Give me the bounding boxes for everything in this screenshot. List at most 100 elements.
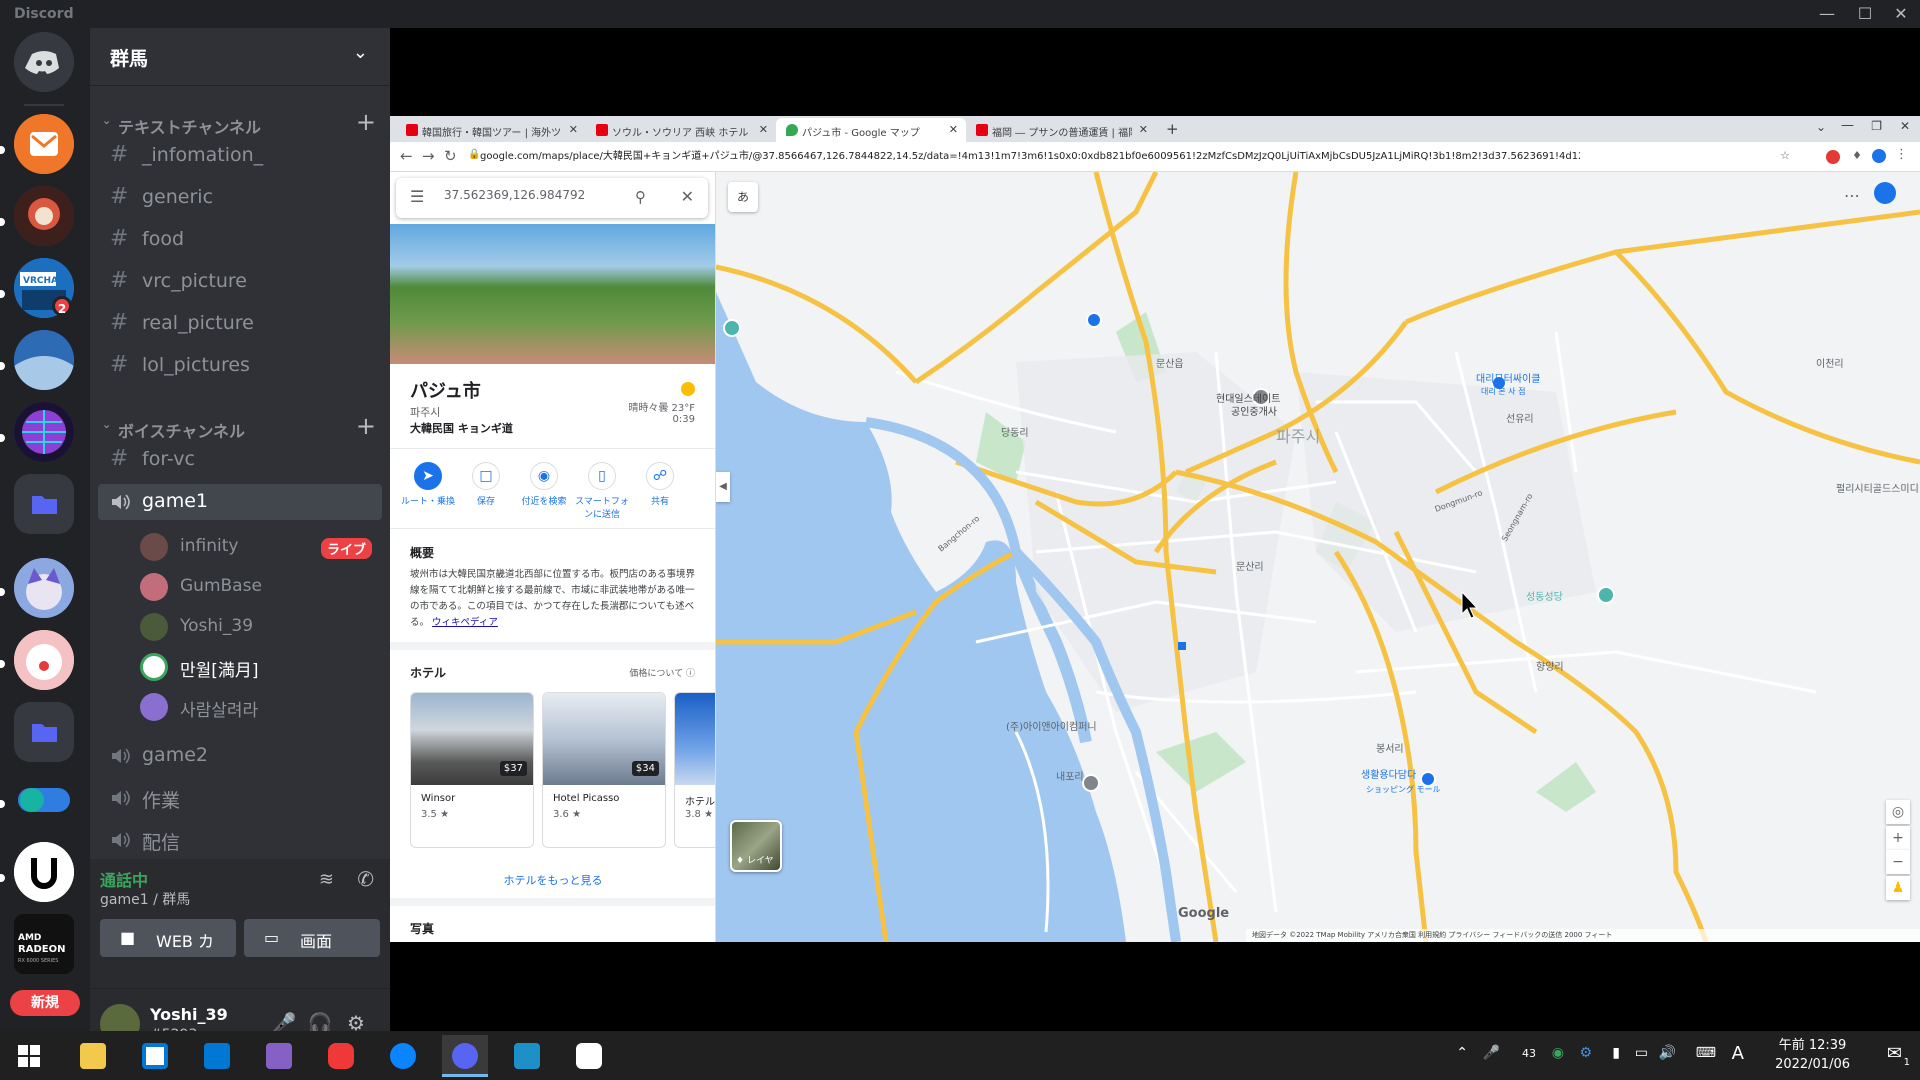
voice-user[interactable]: GumBase: [140, 568, 380, 604]
start-button[interactable]: [6, 1035, 52, 1077]
place-hero-photo[interactable]: [390, 224, 715, 364]
volume-icon[interactable]: 🔊: [1659, 1045, 1676, 1061]
channel-real-picture[interactable]: # real_picture: [98, 306, 382, 342]
minimize-button[interactable]: —: [1812, 4, 1842, 24]
url-input[interactable]: google.com/maps/place/大韓民国+キョンギ道+パジュ市/@3…: [480, 147, 1580, 167]
voice-user[interactable]: 만월[満月]: [140, 648, 380, 684]
collapse-panel-icon[interactable]: ◀: [716, 472, 730, 502]
voice-channel-game1[interactable]: game1: [98, 484, 382, 520]
microsoft-store-icon[interactable]: [132, 1035, 178, 1077]
channel-for-vc[interactable]: # for-vc: [98, 442, 382, 478]
microphone-icon[interactable]: 🎤: [1483, 1045, 1500, 1061]
close-tab-icon[interactable]: ✕: [949, 123, 958, 136]
search-icon[interactable]: ⚲: [635, 188, 646, 206]
ime-indicator[interactable]: A: [1732, 1043, 1744, 1064]
vivaldi-icon[interactable]: [318, 1035, 364, 1077]
close-icon[interactable]: ✕: [681, 187, 694, 206]
close-tab-icon[interactable]: ✕: [1139, 123, 1148, 136]
channel-vrc-picture[interactable]: # vrc_picture: [98, 264, 382, 300]
noise-suppression-icon[interactable]: ≋: [319, 869, 334, 890]
browser-tab-active[interactable]: パジュ市 - Google マップ ✕: [776, 118, 966, 142]
profile-avatar[interactable]: [1872, 149, 1886, 163]
stream-view[interactable]: 韓国旅行・韓国ツアー | 海外ツアー ✕ ソウル・ソウリア 西峡 ホテル ソウル…: [390, 28, 1920, 1031]
hotel-card[interactable]: $37 Winsor 3.5 ★: [410, 692, 534, 848]
price-info-link[interactable]: 価格について ⓘ: [629, 666, 695, 679]
discord-home-icon[interactable]: [14, 32, 74, 92]
voice-location[interactable]: game1 / 群馬: [100, 889, 190, 909]
star-icon[interactable]: ☆: [1780, 149, 1790, 162]
guild-anime-icon[interactable]: [14, 558, 74, 618]
forward-arrow-icon[interactable]: →: [422, 147, 435, 165]
hotel-card[interactable]: $34 Hotel Picasso 3.6 ★: [542, 692, 666, 848]
folder-icon[interactable]: [14, 474, 74, 534]
notification-center-icon[interactable]: ✉: [1887, 1043, 1902, 1064]
more-hotels-link[interactable]: ホテルをもっと見る: [390, 872, 715, 888]
guild-amd-radeon-icon[interactable]: AMD RADEON RX 6000 SERIES: [14, 914, 74, 974]
nearby-button[interactable]: ◉ 付近を検索: [516, 462, 572, 507]
lock-icon[interactable]: 🔒: [468, 149, 480, 160]
maximize-button[interactable]: ☐: [1850, 4, 1880, 24]
channel-generic[interactable]: # generic: [98, 180, 382, 216]
ime-toggle[interactable]: あ: [728, 182, 758, 212]
back-arrow-icon[interactable]: ←: [400, 147, 413, 165]
layers-button[interactable]: ♦ レイヤ: [730, 820, 782, 872]
map-canvas[interactable]: 문산읍 현대일스테이트 공인중개사 당동리 대리모터싸이클 대리 본 사 점 선…: [716, 172, 1920, 942]
network-icon[interactable]: ▭: [1635, 1045, 1648, 1061]
guild-stadium-icon[interactable]: [14, 330, 74, 390]
pegman-icon[interactable]: ♟: [1886, 876, 1910, 900]
battery-icon[interactable]: ▮: [1612, 1045, 1620, 1061]
share-button[interactable]: ☍ 共有: [632, 462, 688, 507]
category-text-channels[interactable]: ⌄ テキストチャンネル +: [98, 108, 382, 137]
close-tab-icon[interactable]: ✕: [569, 123, 578, 136]
disconnect-call-icon[interactable]: ✆: [357, 867, 374, 891]
guild-avatar-icon[interactable]: [14, 186, 74, 246]
voice-user[interactable]: 사람살려라: [140, 688, 380, 724]
new-tab-icon[interactable]: +: [1166, 120, 1179, 138]
restore-icon[interactable]: ❐: [1871, 119, 1882, 133]
wikipedia-link[interactable]: ウィキペディア: [432, 617, 498, 628]
discord-taskbar-icon[interactable]: [442, 1035, 488, 1077]
reload-icon[interactable]: ↻: [444, 147, 457, 165]
browser-tab[interactable]: 韓国旅行・韓国ツアー | 海外ツアー ✕: [396, 118, 586, 142]
mail-icon[interactable]: [194, 1035, 240, 1077]
tab-search-icon[interactable]: ⌄: [1816, 120, 1826, 134]
close-icon[interactable]: ✕: [1900, 119, 1910, 133]
send-to-phone-button[interactable]: ▯ スマートフォンに送信: [574, 462, 630, 520]
voice-user[interactable]: Yoshi_39: [140, 608, 380, 644]
keyboard-icon[interactable]: ⌨: [1696, 1045, 1716, 1061]
hamburger-menu-icon[interactable]: ☰: [410, 187, 424, 206]
chevron-down-icon[interactable]: ⌄: [353, 42, 368, 63]
extension-icon[interactable]: [1826, 150, 1840, 164]
maps-search-input[interactable]: [444, 188, 624, 202]
zoom-in-button[interactable]: +: [1886, 826, 1910, 850]
app2-taskbar-icon[interactable]: [566, 1035, 612, 1077]
file-explorer-icon[interactable]: [70, 1035, 116, 1077]
voice-channel-game2[interactable]: game2: [98, 738, 382, 774]
visual-studio-icon[interactable]: [256, 1035, 302, 1077]
save-button[interactable]: □ 保存: [458, 462, 514, 507]
guild-clown-icon[interactable]: [14, 630, 74, 690]
steam-icon[interactable]: ⚙: [1579, 1045, 1592, 1061]
nvidia-icon[interactable]: ◉: [1552, 1045, 1564, 1061]
camera-button[interactable]: ■ WEB カ: [100, 919, 236, 957]
add-channel-icon[interactable]: +: [356, 108, 376, 136]
puzzle-icon[interactable]: ♦: [1852, 149, 1862, 162]
account-avatar[interactable]: [1874, 182, 1896, 204]
google-apps-icon[interactable]: ⋯: [1844, 186, 1860, 205]
guild-globe-icon[interactable]: [14, 402, 74, 462]
channel-food[interactable]: # food: [98, 222, 382, 258]
directions-button[interactable]: ➤ ルート・乗換: [400, 462, 456, 507]
show-hidden-icons-icon[interactable]: ⌃: [1456, 1045, 1468, 1061]
folder-icon[interactable]: [14, 702, 74, 762]
channel-lol-pictures[interactable]: # lol_pictures: [98, 348, 382, 384]
new-guild-badge[interactable]: 新規: [10, 990, 80, 1016]
screen-share-button[interactable]: ▭ 画面: [244, 919, 380, 957]
close-button[interactable]: ✕: [1886, 4, 1916, 24]
app-taskbar-icon[interactable]: [504, 1035, 550, 1077]
channel-infomation[interactable]: # _infomation_: [98, 138, 382, 174]
browser-tab[interactable]: ソウル・ソウリア 西峡 ホテル ソウル 駅 ✕: [586, 118, 776, 142]
voice-user[interactable]: infinity ライブ: [140, 528, 380, 564]
system-clock[interactable]: 午前 12:39 2022/01/06: [1775, 1036, 1850, 1074]
server-header[interactable]: 群馬 ⌄: [90, 28, 390, 86]
guild-u-logo-icon[interactable]: [14, 842, 74, 902]
